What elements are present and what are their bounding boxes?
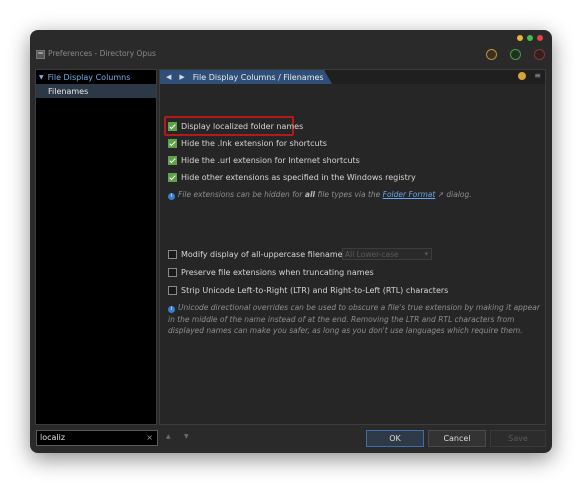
close-dot[interactable] [537,35,543,41]
window-controls [517,35,543,41]
info-note-unicode: i Unicode directional overrides can be us… [168,303,540,335]
breadcrumb-text: File Display Columns / Filenames [192,72,324,82]
checkbox[interactable] [168,249,177,259]
pin-icon[interactable] [518,72,527,80]
clear-search-icon[interactable]: × [146,431,153,445]
option-label: Hide the .url extension for Internet sho… [181,155,360,165]
tree-root-label: File Display Columns [47,72,131,82]
tree-item-label: Filenames [48,86,89,96]
minimize-button[interactable] [486,49,497,60]
checkbox[interactable] [168,155,177,165]
pane-header: ◀ ▶ File Display Columns / Filenames ≡ [160,70,545,84]
minimize-dot[interactable] [517,35,523,41]
breadcrumb: ◀ ▶ File Display Columns / Filenames [160,70,332,84]
option-preserve-extensions[interactable]: Preserve file extensions when truncating… [168,265,374,279]
close-button[interactable] [534,49,545,60]
checkbox[interactable] [168,285,177,295]
tree-item-filenames[interactable]: Filenames [36,84,156,98]
folder-format-link[interactable]: Folder Format [383,190,436,199]
option-hide-lnk[interactable]: Hide the .lnk extension for shortcuts [168,136,327,150]
settings-pane: ◀ ▶ File Display Columns / Filenames ≡ D… [159,69,546,425]
cancel-button[interactable]: Cancel [428,430,486,447]
info-icon: i [168,193,175,200]
titlebar: Preferences - Directory Opus [30,44,552,66]
option-label: Preserve file extensions when truncating… [181,267,374,277]
option-label: Display localized folder names [181,121,304,131]
option-strip-unicode[interactable]: Strip Unicode Left-to-Right (LTR) and Ri… [168,283,448,297]
chevron-down-icon[interactable]: ▼ [184,433,189,440]
zoom-dot[interactable] [527,35,533,41]
option-label: Hide other extensions as specified in th… [181,172,416,182]
app-icon [36,50,45,59]
chevron-up-icon[interactable]: ▲ [166,433,171,440]
search-value: localiz [40,433,66,442]
info-icon: i [168,306,175,313]
option-label: Modify display of all-uppercase filename… [181,249,350,259]
option-hide-url[interactable]: Hide the .url extension for Internet sho… [168,153,360,167]
checkbox[interactable] [168,121,177,131]
menu-icon[interactable]: ≡ [534,72,541,80]
external-link-icon: ↗ [435,190,444,199]
checkbox[interactable] [168,172,177,182]
arrow-left-icon[interactable]: ◀ [166,73,171,81]
chevron-down-icon[interactable]: ▼ [39,74,44,81]
info-note-folder-format: i File extensions can be hidden for all f… [168,189,472,201]
arrow-right-icon[interactable]: ▶ [179,73,184,81]
option-label: Strip Unicode Left-to-Right (LTR) and Ri… [181,285,449,295]
category-tree: ▼ File Display Columns Filenames [35,69,157,425]
checkbox[interactable] [168,267,177,277]
checkbox[interactable] [168,138,177,148]
preferences-window: Preferences - Directory Opus ▼ File Disp… [30,30,552,453]
option-display-localized-folder-names[interactable]: Display localized folder names [168,119,303,133]
uppercase-mode-select[interactable]: All Lower-case [342,248,432,260]
tree-item-file-display-columns[interactable]: ▼ File Display Columns [36,70,156,84]
option-label: Hide the .lnk extension for shortcuts [181,138,327,148]
window-title: Preferences - Directory Opus [48,49,156,58]
option-hide-other-extensions[interactable]: Hide other extensions as specified in th… [168,170,416,184]
maximize-button[interactable] [510,49,521,60]
save-button[interactable]: Save [490,430,546,447]
search-input[interactable]: localiz × [36,430,158,446]
option-modify-uppercase[interactable]: Modify display of all-uppercase filename… [168,247,349,261]
ok-button[interactable]: OK [366,430,424,447]
